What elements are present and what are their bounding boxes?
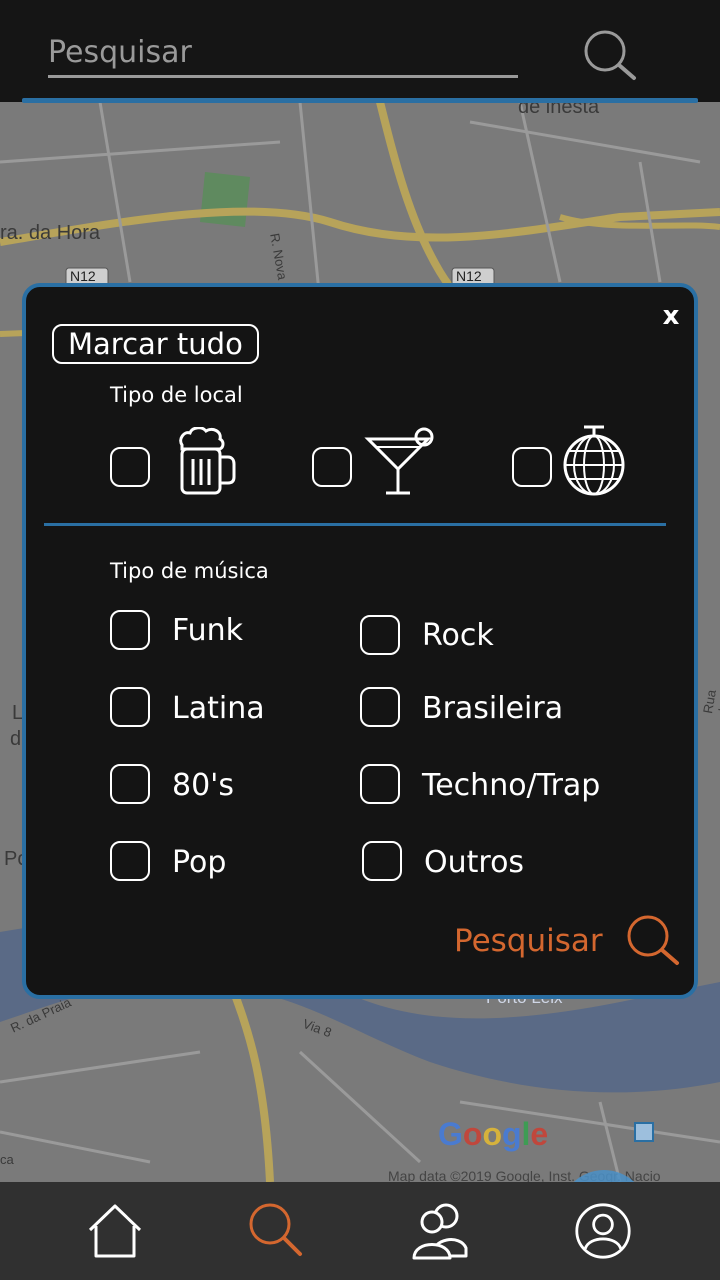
close-button[interactable]: x <box>656 301 686 331</box>
top-search-bar <box>0 0 720 103</box>
music-label-brasileira: Brasileira <box>422 691 564 726</box>
cocktail-icon <box>364 427 434 495</box>
music-checkbox-pop[interactable] <box>110 841 150 881</box>
music-checkbox-rock[interactable] <box>360 615 400 655</box>
mark-all-button[interactable]: Marcar tudo <box>52 324 259 364</box>
map-label: N12 <box>456 268 482 284</box>
profile-icon[interactable] <box>574 1202 632 1260</box>
music-label-outros: Outros <box>424 845 525 880</box>
music-type-heading: Tipo de música <box>110 559 269 583</box>
music-checkbox-latina[interactable] <box>110 687 150 727</box>
beer-mug-icon <box>179 427 236 495</box>
disco-ball-icon <box>563 425 625 496</box>
music-label-techno-trap: Techno/Trap <box>422 768 601 803</box>
group-icon[interactable] <box>410 1200 472 1262</box>
bottom-nav <box>0 1182 720 1280</box>
music-label-funk: Funk <box>172 613 244 648</box>
music-checkbox-brasileira[interactable] <box>360 687 400 727</box>
map-label: N12 <box>70 268 96 284</box>
filter-dialog: x Marcar tudo Tipo de local Tipo de músi… <box>22 283 698 999</box>
google-logo: Google <box>438 1116 549 1152</box>
topbar-divider <box>22 98 698 103</box>
music-label-80s: 80's <box>172 768 235 803</box>
music-checkbox-80s[interactable] <box>110 764 150 804</box>
map-label: d <box>10 728 22 750</box>
search-input[interactable] <box>48 30 518 78</box>
search-icon <box>627 915 679 965</box>
section-divider <box>44 523 666 526</box>
map-label: ca <box>0 1152 14 1167</box>
venue-checkbox-cocktail[interactable] <box>312 447 352 487</box>
map-layer-icon[interactable] <box>634 1122 654 1142</box>
map-label: ra. da Hora <box>0 222 101 244</box>
music-label-rock: Rock <box>422 618 494 653</box>
home-icon[interactable] <box>84 1200 146 1262</box>
venue-checkbox-beer[interactable] <box>110 447 150 487</box>
music-checkbox-techno-trap[interactable] <box>360 764 400 804</box>
map-label: de inesta <box>518 102 600 118</box>
dialog-search-label: Pesquisar <box>454 923 603 959</box>
music-checkbox-funk[interactable] <box>110 610 150 650</box>
music-label-latina: Latina <box>172 691 265 726</box>
music-label-pop: Pop <box>172 845 227 880</box>
music-checkbox-outros[interactable] <box>362 841 402 881</box>
search-icon[interactable] <box>582 28 638 84</box>
search-icon[interactable] <box>246 1200 308 1262</box>
app-screen: de inesta ra. da Hora R. Nova do Seixo N… <box>0 0 720 1280</box>
dialog-search-button[interactable]: Pesquisar <box>454 911 681 971</box>
venue-type-heading: Tipo de local <box>110 383 243 407</box>
venue-checkbox-disco[interactable] <box>512 447 552 487</box>
